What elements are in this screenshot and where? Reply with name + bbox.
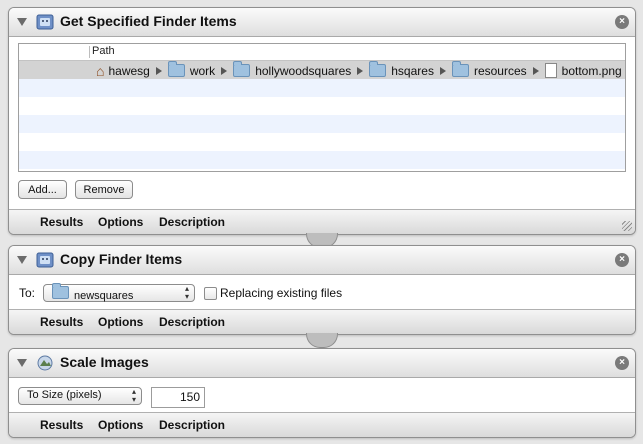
close-icon[interactable]: ×: [615, 356, 629, 370]
path-segment: hollywoodsquares: [255, 63, 352, 78]
remove-button[interactable]: Remove: [75, 180, 133, 199]
action-connector: [306, 333, 338, 348]
description-tab[interactable]: Description: [159, 315, 225, 329]
finder-items-table[interactable]: Path ⌂ hawesg work hollywoodsquares hsqar…: [18, 43, 626, 172]
finder-icon: [36, 14, 54, 30]
path-arrow-icon: [532, 66, 539, 75]
results-tab[interactable]: Results: [40, 315, 83, 329]
close-icon[interactable]: ×: [615, 15, 629, 29]
path-segment: hsqares: [391, 63, 434, 78]
popup-chevron-icon: ▴ ▾: [131, 387, 136, 404]
size-value: 150: [179, 390, 200, 404]
resize-handle-icon[interactable]: [622, 221, 632, 231]
action-footer: Results Options Description: [9, 309, 635, 334]
action-get-specified-finder-items: Get Specified Finder Items × Path ⌂ hawes…: [8, 7, 636, 235]
path-breadcrumb: ⌂ hawesg work hollywoodsquares hsqares re…: [96, 61, 622, 79]
size-input[interactable]: 150: [151, 387, 205, 408]
folder-icon: [167, 61, 185, 77]
path-segment: resources: [473, 63, 527, 78]
column-separator: [89, 46, 90, 58]
action-header: Get Specified Finder Items ×: [9, 8, 635, 37]
action-title: Scale Images: [60, 354, 149, 370]
options-tab[interactable]: Options: [98, 315, 143, 329]
options-tab[interactable]: Options: [98, 418, 143, 432]
finder-icon: [36, 252, 54, 268]
file-icon: [544, 63, 557, 78]
preview-icon: [37, 355, 53, 371]
table-header: Path: [19, 44, 625, 61]
replacing-label: Replacing existing files: [220, 286, 343, 300]
folder-icon: [233, 61, 251, 77]
action-header: Copy Finder Items ×: [9, 246, 635, 275]
action-copy-finder-items: Copy Finder Items × To: newsquares ▴ ▾ Re…: [8, 245, 636, 335]
path-arrow-icon: [439, 66, 446, 75]
action-title: Copy Finder Items: [60, 251, 183, 267]
path-segment: hawesg: [108, 63, 150, 78]
action-footer: Results Options Description: [9, 412, 635, 437]
to-label: To:: [19, 286, 36, 300]
path-arrow-icon: [155, 66, 162, 75]
table-row: [19, 79, 625, 97]
column-header-path[interactable]: Path: [92, 45, 115, 57]
table-row: [19, 115, 625, 133]
disclosure-triangle-icon[interactable]: [17, 18, 27, 26]
description-tab[interactable]: Description: [159, 418, 225, 432]
table-row: [19, 151, 625, 169]
folder-icon: [52, 283, 69, 299]
replacing-checkbox[interactable]: [204, 287, 217, 300]
action-footer: Results Options Description: [9, 209, 635, 234]
home-icon: ⌂: [96, 62, 105, 79]
results-tab[interactable]: Results: [40, 418, 83, 432]
disclosure-triangle-icon[interactable]: [17, 359, 27, 367]
table-row: [19, 97, 625, 115]
add-button[interactable]: Add...: [18, 180, 67, 199]
table-row: [19, 133, 625, 151]
description-tab[interactable]: Description: [159, 215, 225, 229]
popup-chevron-icon: ▴ ▾: [184, 284, 189, 301]
destination-popup[interactable]: newsquares ▴ ▾: [43, 283, 195, 302]
folder-icon: [451, 61, 469, 77]
path-segment: work: [189, 63, 216, 78]
table-row[interactable]: ⌂ hawesg work hollywoodsquares hsqares re…: [19, 61, 625, 79]
path-arrow-icon: [221, 66, 228, 75]
action-title: Get Specified Finder Items: [60, 13, 237, 29]
scale-mode-value: To Size (pixels): [27, 389, 102, 401]
path-segment: bottom.png: [561, 63, 622, 78]
destination-value: newsquares: [52, 283, 133, 302]
folder-icon: [369, 61, 387, 77]
path-arrow-icon: [357, 66, 364, 75]
results-tab[interactable]: Results: [40, 215, 83, 229]
action-scale-images: Scale Images × To Size (pixels) ▴ ▾ 150 R…: [8, 348, 636, 438]
action-header: Scale Images ×: [9, 349, 635, 378]
close-icon[interactable]: ×: [615, 253, 629, 267]
options-tab[interactable]: Options: [98, 215, 143, 229]
scale-mode-popup[interactable]: To Size (pixels) ▴ ▾: [18, 387, 142, 405]
disclosure-triangle-icon[interactable]: [17, 256, 27, 264]
